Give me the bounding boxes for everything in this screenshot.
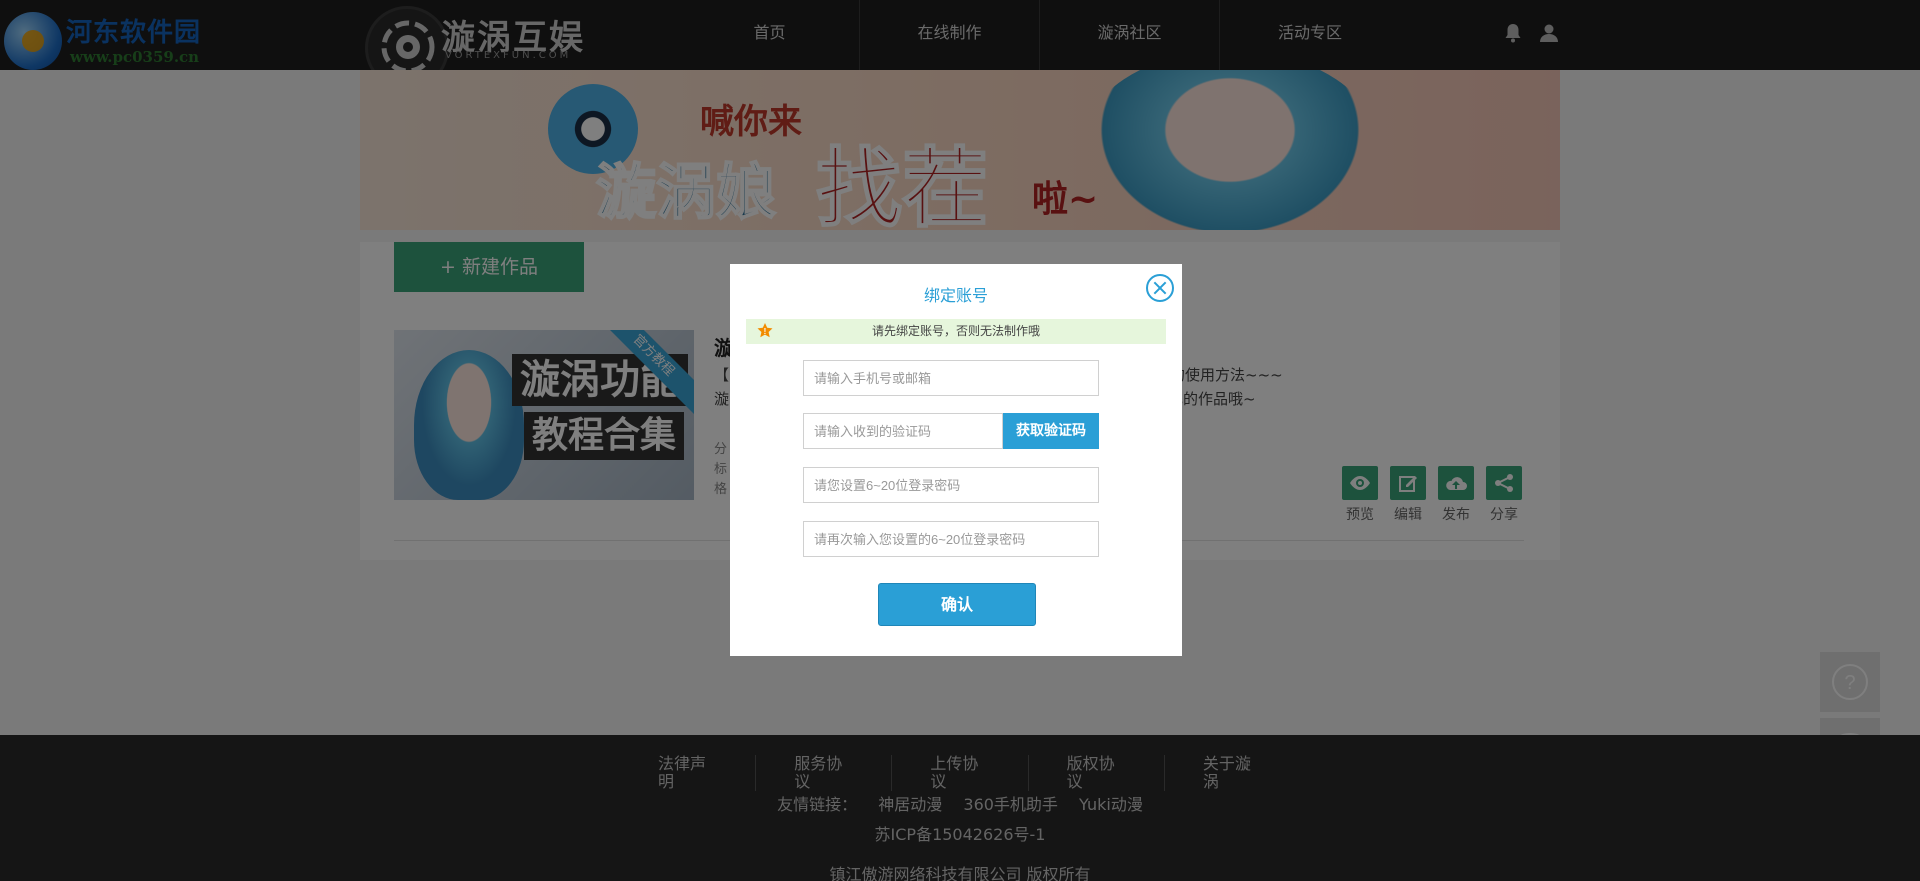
confirm-button[interactable]: 确认 bbox=[878, 583, 1036, 626]
notice-text: 请先绑定账号，否则无法制作哦 bbox=[871, 324, 1040, 338]
confirm-password-input[interactable] bbox=[803, 521, 1099, 557]
get-code-button[interactable]: 获取验证码 bbox=[1003, 413, 1099, 449]
notice-bar: ! 请先绑定账号，否则无法制作哦 bbox=[746, 319, 1166, 344]
close-icon[interactable] bbox=[1146, 274, 1174, 302]
verification-code-input[interactable] bbox=[803, 413, 1003, 449]
password-input[interactable] bbox=[803, 467, 1099, 503]
bind-account-modal: 绑定账号 ! 请先绑定账号，否则无法制作哦 获取验证码 确认 bbox=[730, 264, 1182, 656]
phone-or-email-input[interactable] bbox=[803, 360, 1099, 396]
modal-title: 绑定账号 bbox=[923, 286, 988, 305]
